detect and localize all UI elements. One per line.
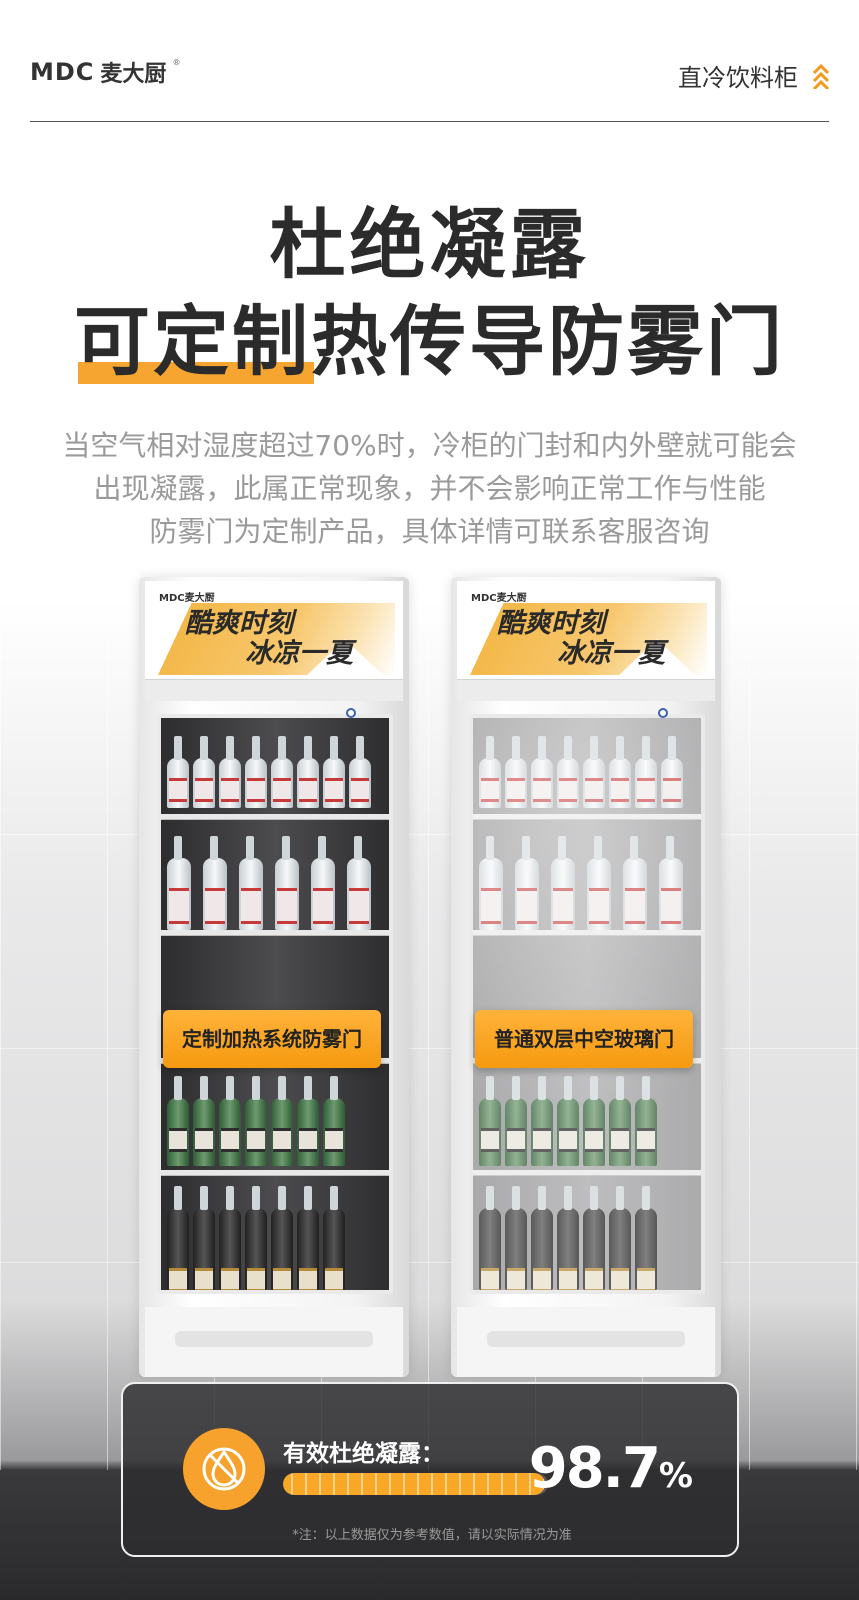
fridge-base [457, 1307, 715, 1377]
fridge-header-panel: MDC麦大厨 酷爽时刻 冰凉一夏 [457, 581, 715, 679]
bottle-row [167, 1076, 345, 1166]
bottle [275, 836, 299, 930]
fridge-base [145, 1307, 403, 1377]
stat-panel: 有效杜绝凝露： 98.7% *注：以上数据仅为参考数值，请以实际情况为准 [121, 1382, 739, 1557]
stat-label: 有效杜绝凝露： [283, 1441, 444, 1467]
glass-door-clear [157, 714, 393, 1294]
progress-bar [283, 1473, 548, 1495]
vent [487, 1331, 685, 1347]
headline-line2: 可定制热传导防雾门 [74, 297, 785, 386]
bottle [167, 836, 191, 930]
bottle [239, 836, 263, 930]
stat-number: 98.7 [528, 1436, 661, 1501]
shelf [161, 1170, 389, 1176]
logo-latin: MDC [30, 58, 95, 86]
bottle [219, 736, 241, 808]
shelf [161, 930, 389, 936]
bottle [297, 1186, 319, 1290]
bottle [167, 736, 189, 808]
description: 当空气相对湿度超过70%时，冷柜的门封和内外壁就可能会 出现凝露，此属正常现象，… [20, 424, 839, 553]
brand-logo: MDC 麦大厨 ® [30, 56, 180, 88]
bottle [219, 1186, 241, 1290]
tile-wall-background [0, 620, 859, 1470]
logo-chinese: 麦大厨 [100, 62, 167, 87]
fridge-header-panel: MDC麦大厨 酷爽时刻 冰凉一夏 [145, 581, 403, 679]
bottle [271, 736, 293, 808]
door-indicator [658, 708, 668, 718]
bottle [271, 1186, 293, 1290]
fridge-strip [145, 679, 403, 701]
bottle [323, 1186, 345, 1290]
bottle [245, 736, 267, 808]
fridge-strip [457, 679, 715, 701]
standard-door-badge: 普通双层中空玻璃门 [475, 1010, 693, 1068]
bottle [323, 1076, 345, 1166]
glass-door-fogged [469, 714, 705, 1294]
fridge-antifog: MDC麦大厨 酷爽时刻 冰凉一夏 [139, 577, 409, 1377]
disclaimer-note: *注：以上数据仅为参考数值，请以实际情况为准 [292, 1528, 572, 1543]
bottle [193, 1076, 215, 1166]
banner-text-line2: 冰凉一夏 [245, 638, 353, 669]
bottle [349, 736, 371, 808]
condensation-overlay [473, 718, 701, 1290]
stat-value: 98.7% [529, 1436, 693, 1501]
bottle [297, 736, 319, 808]
description-line: 防雾门为定制产品，具体详情可联系客服咨询 [149, 515, 710, 548]
headline-line2-wrap: 可定制热传导防雾门 [0, 297, 859, 387]
headline-line1: 杜绝凝露 [269, 200, 590, 289]
no-drop-icon [183, 1428, 265, 1510]
bottle [271, 1076, 293, 1166]
door-indicator [346, 708, 356, 718]
bottle [219, 1076, 241, 1166]
description-line: 出现凝露，此属正常现象，并不会影响正常工作与性能 [93, 472, 766, 505]
category-label: 直冷饮料柜 [678, 58, 830, 93]
category-text: 直冷饮料柜 [678, 64, 798, 92]
antifog-door-badge: 定制加热系统防雾门 [163, 1010, 381, 1068]
vent [175, 1331, 373, 1347]
progress-fill [283, 1473, 545, 1495]
stat-unit: % [658, 1456, 693, 1496]
logo-registered-mark: ® [172, 57, 181, 67]
bottle [193, 1186, 215, 1290]
bottle-row [167, 736, 371, 808]
bottle [245, 1186, 267, 1290]
bottle [193, 736, 215, 808]
bottle [167, 1076, 189, 1166]
bottle [347, 836, 371, 930]
bottle [245, 1076, 267, 1166]
bottle [297, 1076, 319, 1166]
bottle-row [167, 836, 371, 930]
bottle [323, 736, 345, 808]
bottle-row [167, 1186, 345, 1290]
bottle [311, 836, 335, 930]
shelf [161, 814, 389, 820]
page-header: MDC 麦大厨 ® 直冷饮料柜 [30, 48, 830, 94]
header-divider [30, 121, 829, 122]
bottle [167, 1186, 189, 1290]
chevron-up-icon [812, 63, 830, 90]
description-line: 当空气相对湿度超过70%时，冷柜的门封和内外壁就可能会 [62, 429, 797, 462]
banner-text-line2: 冰凉一夏 [557, 638, 665, 669]
fridge-standard: MDC麦大厨 酷爽时刻 冰凉一夏 [451, 577, 721, 1377]
bottle [203, 836, 227, 930]
